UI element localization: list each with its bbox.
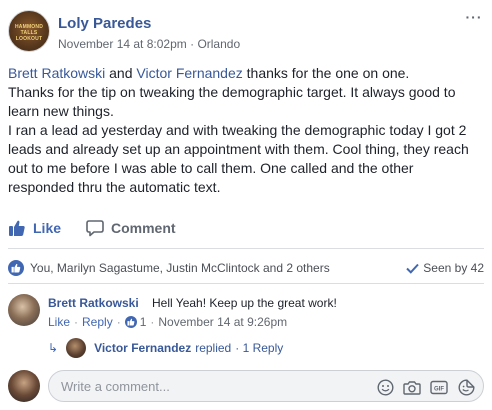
more-options-button[interactable]: ··· bbox=[464, 10, 484, 26]
post-action-bar: Like Comment bbox=[8, 216, 484, 244]
meta-separator: · bbox=[190, 37, 195, 51]
mention-victor[interactable]: Victor Fernandez bbox=[136, 65, 242, 81]
post-card: HAMMOND TALLS LOOKOUT Loly Paredes Novem… bbox=[0, 0, 492, 410]
gif-icon[interactable]: GIF bbox=[430, 378, 448, 396]
reactors-list[interactable]: You, Marilyn Sagastume, Justin McClintoc… bbox=[30, 261, 330, 275]
comment-button[interactable]: Comment bbox=[86, 216, 176, 240]
comment-input-placeholder: Write a comment... bbox=[61, 379, 170, 394]
reactions-row: You, Marilyn Sagastume, Justin McClintoc… bbox=[8, 258, 484, 278]
sticker-icon[interactable] bbox=[457, 378, 475, 396]
comment-input-tools: GIF bbox=[367, 378, 475, 396]
like-button[interactable]: Like bbox=[8, 216, 61, 240]
view-replies-row[interactable]: ↳ Victor Fernandez replied · 1 Reply bbox=[48, 338, 283, 358]
post-meta: November 14 at 8:02pm · Orlando bbox=[58, 37, 240, 51]
separator: · bbox=[150, 315, 155, 329]
reactions-divider bbox=[8, 283, 484, 284]
replier-avatar bbox=[66, 338, 87, 358]
comment-like-count[interactable]: 1 bbox=[140, 315, 147, 329]
checkmark-icon bbox=[406, 263, 420, 274]
post-location[interactable]: Orlando bbox=[197, 37, 240, 51]
comment-item: Brett Ratkowski Hell Yeah! Keep up the g… bbox=[8, 294, 484, 358]
conjunction-text: and bbox=[105, 65, 137, 81]
separator: · bbox=[116, 315, 121, 329]
post-timestamp[interactable]: November 14 at 8:02pm bbox=[58, 37, 187, 51]
emoji-icon[interactable] bbox=[376, 378, 394, 396]
like-label: Like bbox=[33, 220, 62, 236]
separator: · bbox=[74, 315, 79, 329]
like-reaction-icon bbox=[8, 260, 24, 276]
comment-like-badge-icon bbox=[124, 316, 137, 328]
seen-by[interactable]: Seen by 42 bbox=[406, 261, 484, 275]
write-comment-row: Write a comment... GIF bbox=[8, 370, 484, 404]
comment-label: Comment bbox=[111, 220, 176, 236]
comment-bubble-icon bbox=[86, 220, 104, 237]
post-author-name[interactable]: Loly Paredes bbox=[58, 15, 151, 32]
comment-text: Hell Yeah! Keep up the great work! bbox=[152, 296, 337, 310]
post-paragraph-1: Brett Ratkowski and Victor Fernandez tha… bbox=[8, 64, 478, 83]
comment-reply-link[interactable]: Reply bbox=[82, 315, 113, 329]
comment-actions: Like · Reply · 1 · November 14 at 9:26pm bbox=[48, 315, 287, 329]
comment-like-link[interactable]: Like bbox=[48, 315, 70, 329]
post-line1-rest: thanks for the one on one. bbox=[242, 65, 410, 81]
reply-arrow-icon: ↳ bbox=[48, 341, 59, 355]
post-header: HAMMOND TALLS LOOKOUT Loly Paredes Novem… bbox=[8, 10, 484, 56]
svg-text:GIF: GIF bbox=[434, 386, 444, 392]
post-paragraph-2: Thanks for the tip on tweaking the demog… bbox=[8, 84, 456, 119]
comment-input[interactable]: Write a comment... GIF bbox=[48, 370, 484, 402]
commenter-avatar[interactable] bbox=[8, 294, 40, 326]
page-avatar[interactable]: HAMMOND TALLS LOOKOUT bbox=[8, 10, 50, 52]
replier-name[interactable]: Victor Fernandez bbox=[94, 341, 191, 355]
current-user-avatar bbox=[8, 370, 40, 402]
replied-text: replied bbox=[195, 341, 232, 355]
mention-brett[interactable]: Brett Ratkowski bbox=[8, 65, 105, 81]
camera-icon[interactable] bbox=[403, 378, 421, 396]
reply-count[interactable]: · 1 Reply bbox=[235, 341, 283, 355]
comment-timestamp[interactable]: November 14 at 9:26pm bbox=[158, 315, 287, 329]
avatar-logo-text: HAMMOND TALLS LOOKOUT bbox=[14, 24, 44, 42]
thumbs-up-icon bbox=[9, 220, 25, 236]
comment-author[interactable]: Brett Ratkowski bbox=[48, 296, 139, 310]
seen-by-label: Seen by 42 bbox=[423, 261, 484, 275]
post-body: Brett Ratkowski and Victor Fernandez tha… bbox=[8, 64, 478, 197]
action-divider bbox=[8, 248, 484, 249]
post-paragraph-3: I ran a lead ad yesterday and with tweak… bbox=[8, 122, 469, 195]
